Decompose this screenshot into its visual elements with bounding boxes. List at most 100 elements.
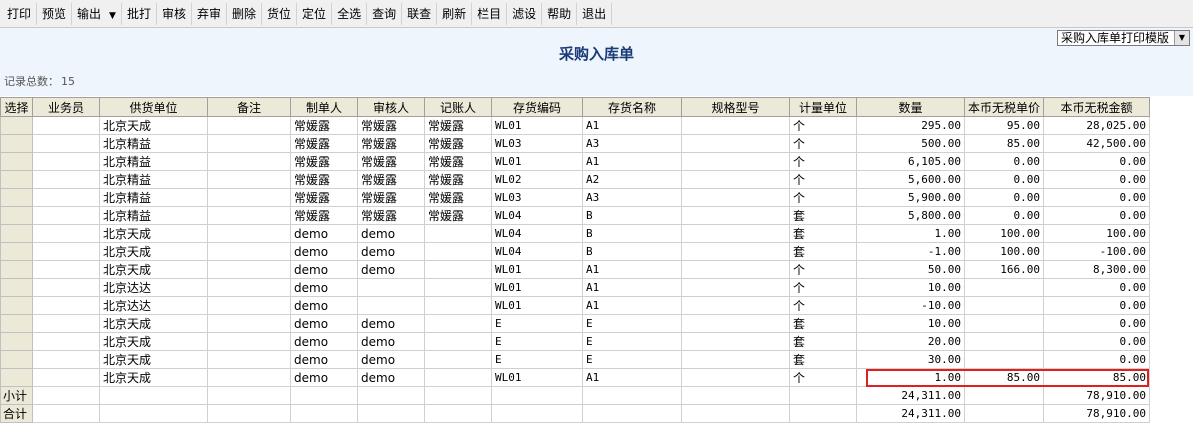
- column-header[interactable]: 计量单位: [789, 97, 857, 117]
- table-cell: [964, 278, 1044, 297]
- table-cell: 常媛露: [290, 134, 358, 153]
- table-cell: 北京天成: [99, 332, 208, 351]
- table-cell: 0.00: [1043, 278, 1150, 297]
- table-row[interactable]: 北京天成 demo demo WL04 B 套 -1.00 100.00 -100.00: [0, 242, 1150, 261]
- toolbar-button-5[interactable]: 弃审: [192, 2, 228, 25]
- toolbar-button-6[interactable]: 删除: [227, 2, 263, 25]
- table-row[interactable]: 北京天成 demo demo E E 套 10.00 0.00: [0, 314, 1150, 333]
- table-cell: 5,600.00: [856, 170, 965, 189]
- table-cell: 个: [789, 116, 857, 135]
- table-cell: WL03: [491, 134, 583, 153]
- dropdown-arrow-icon[interactable]: ▼: [109, 11, 116, 21]
- table-row[interactable]: 北京精益 常媛露 常媛露 常媛露 WL03 A3 个 500.00 85.00 42,500.00: [0, 134, 1150, 153]
- toolbar-button-13[interactable]: 栏目: [472, 2, 508, 25]
- column-header[interactable]: 审核人: [357, 97, 425, 117]
- table-cell: [207, 314, 291, 333]
- toolbar-button-9[interactable]: 全选: [332, 2, 368, 25]
- toolbar-button-7[interactable]: 货位: [262, 2, 298, 25]
- row-select-cell[interactable]: [0, 152, 33, 171]
- table-row[interactable]: 北京天成 demo demo E E 套 20.00 0.00: [0, 332, 1150, 351]
- row-select-cell[interactable]: [0, 260, 33, 279]
- table-cell: [207, 260, 291, 279]
- table-row[interactable]: 北京精益 常媛露 常媛露 常媛露 WL03 A3 个 5,900.00 0.00 0.00: [0, 188, 1150, 207]
- table-row[interactable]: 北京天成 demo demo WL04 B 套 1.00 100.00 100.00: [0, 224, 1150, 243]
- table-cell: [681, 116, 790, 135]
- row-select-cell[interactable]: [0, 332, 33, 351]
- toolbar-button-15[interactable]: 帮助: [542, 2, 578, 25]
- toolbar-button-3[interactable]: 批打: [122, 2, 157, 25]
- row-select-cell[interactable]: [0, 134, 33, 153]
- subtotal-amount: 78,910.00: [1043, 386, 1150, 405]
- subtotal-quantity: 24,311.00: [856, 386, 965, 405]
- table-cell: [207, 206, 291, 225]
- column-header[interactable]: 制单人: [290, 97, 358, 117]
- column-header[interactable]: 备注: [207, 97, 291, 117]
- chevron-down-icon[interactable]: ▼: [1174, 31, 1189, 45]
- row-select-cell[interactable]: [0, 206, 33, 225]
- toolbar-button-10[interactable]: 查询: [367, 2, 403, 25]
- column-header[interactable]: 本币无税金额: [1043, 97, 1150, 117]
- table-cell: WL03: [491, 188, 583, 207]
- table-cell: 北京精益: [99, 134, 208, 153]
- row-select-cell[interactable]: [0, 350, 33, 369]
- table-row[interactable]: 北京达达 demo WL01 A1 个 -10.00 0.00: [0, 296, 1150, 315]
- row-select-cell[interactable]: [0, 314, 33, 333]
- toolbar-button-label: 栏目: [477, 6, 502, 21]
- template-select[interactable]: 采购入库单打印模版 ▼: [1057, 30, 1190, 46]
- table-cell: [32, 170, 100, 189]
- table-row[interactable]: 北京精益 常媛露 常媛露 常媛露 WL04 B 套 5,800.00 0.00 0.00: [0, 206, 1150, 225]
- table-cell: 8,300.00: [1043, 260, 1150, 279]
- table-cell: [681, 260, 790, 279]
- table-row[interactable]: 北京天成 demo demo E E 套 30.00 0.00: [0, 350, 1150, 369]
- table-cell: 常媛露: [424, 134, 492, 153]
- toolbar-button-14[interactable]: 滤设: [507, 2, 543, 25]
- column-header[interactable]: 记账人: [424, 97, 492, 117]
- table-cell: [32, 332, 100, 351]
- table-row[interactable]: 北京精益 常媛露 常媛露 常媛露 WL01 A1 个 6,105.00 0.00 0.00: [0, 152, 1150, 171]
- toolbar-button-4[interactable]: 审核: [157, 2, 192, 25]
- column-header[interactable]: 存货编码: [491, 97, 583, 117]
- table-cell: E: [491, 350, 583, 369]
- table-cell: 北京精益: [99, 206, 208, 225]
- column-header[interactable]: 供货单位: [99, 97, 208, 117]
- row-select-cell[interactable]: [0, 242, 33, 261]
- table-cell: [681, 134, 790, 153]
- toolbar-button-1[interactable]: 预览: [37, 2, 73, 25]
- table-row[interactable]: 北京达达 demo WL01 A1 个 10.00 0.00: [0, 278, 1150, 297]
- row-select-cell[interactable]: [0, 170, 33, 189]
- column-header[interactable]: 规格型号: [681, 97, 790, 117]
- toolbar-button-11[interactable]: 联查: [402, 2, 438, 25]
- table-cell: demo: [290, 368, 358, 387]
- table-row[interactable]: 北京天成 demo demo WL01 A1 个 1.00 85.00 85.00: [0, 368, 1150, 387]
- row-select-cell[interactable]: [0, 224, 33, 243]
- toolbar-button-0[interactable]: 打印: [2, 2, 38, 25]
- toolbar-button-8[interactable]: 定位: [297, 2, 333, 25]
- table-cell: 常媛露: [357, 170, 425, 189]
- row-select-cell[interactable]: [0, 278, 33, 297]
- table-cell: [681, 242, 790, 261]
- table-cell: [207, 152, 291, 171]
- table-row[interactable]: 北京天成 常媛露 常媛露 常媛露 WL01 A1 个 295.00 95.00 28,025.00: [0, 116, 1150, 135]
- toolbar-button-12[interactable]: 刷新: [437, 2, 473, 25]
- column-header[interactable]: 存货名称: [582, 97, 682, 117]
- table-row[interactable]: 北京精益 常媛露 常媛露 常媛露 WL02 A2 个 5,600.00 0.00 0.00: [0, 170, 1150, 189]
- table-cell: 套: [789, 332, 857, 351]
- table-cell: [424, 386, 492, 405]
- column-header[interactable]: 本币无税单价: [964, 97, 1044, 117]
- column-header[interactable]: 数量: [856, 97, 965, 117]
- table-cell: 个: [789, 134, 857, 153]
- table-cell: 5,800.00: [856, 206, 965, 225]
- toolbar-button-2[interactable]: 输出 ▼: [72, 2, 122, 25]
- row-select-cell[interactable]: [0, 368, 33, 387]
- row-select-cell[interactable]: [0, 188, 33, 207]
- row-select-cell[interactable]: [0, 296, 33, 315]
- table-cell: [207, 242, 291, 261]
- table-row[interactable]: 北京天成 demo demo WL01 A1 个 50.00 166.00 8,300.00: [0, 260, 1150, 279]
- column-header[interactable]: 业务员: [32, 97, 100, 117]
- toolbar-button-16[interactable]: 退出: [577, 2, 613, 25]
- row-select-cell[interactable]: [0, 116, 33, 135]
- table-cell: [290, 404, 358, 423]
- table-cell: B: [582, 206, 682, 225]
- column-header[interactable]: 选择: [0, 97, 33, 117]
- table-cell: 常媛露: [357, 116, 425, 135]
